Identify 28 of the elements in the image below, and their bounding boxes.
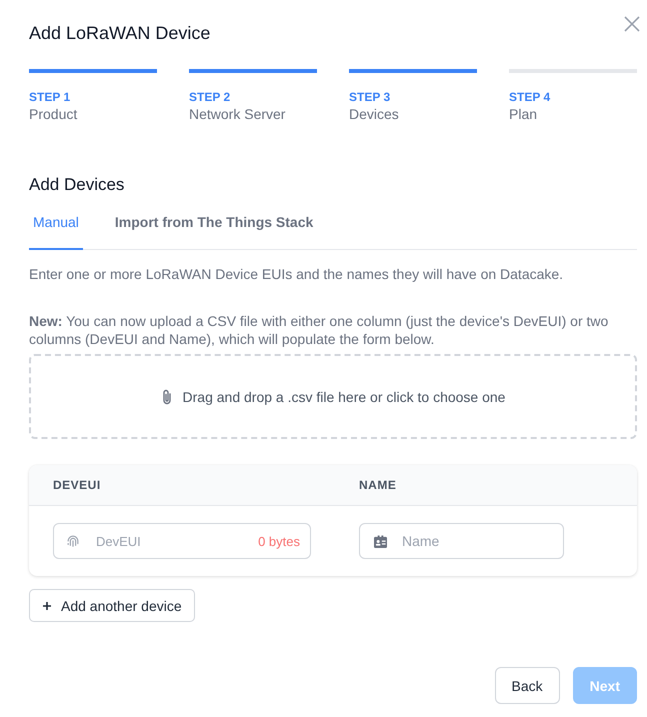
back-button[interactable]: Back	[494, 667, 560, 704]
tab[interactable]: Import from The Things Stack	[110, 197, 318, 250]
step-label: STEP 1	[29, 89, 70, 105]
fingerprint-icon	[66, 534, 80, 548]
csv-dropzone[interactable]: Drag and drop a .csv file here or click to choose one	[29, 354, 637, 439]
tab[interactable]: Manual	[29, 197, 83, 250]
dropzone-text: Drag and drop a .csv file here or click to choose one	[182, 388, 506, 404]
column-header: DEVEUI	[53, 478, 101, 492]
step-label: STEP 2	[189, 89, 230, 105]
add-device-button[interactable]: Add another device	[29, 589, 195, 622]
close-icon[interactable]	[624, 16, 640, 32]
step-name: Network Server	[189, 105, 286, 123]
byte-count: 0 bytes	[258, 534, 300, 548]
id-badge-icon	[373, 534, 388, 548]
column-header: NAME	[359, 478, 396, 492]
step-name: Devices	[349, 105, 399, 123]
dialog-title: Add LoRaWAN Device	[29, 22, 210, 44]
name-input[interactable]: Name	[359, 523, 564, 559]
step-label: STEP 3	[349, 89, 390, 105]
step-name: Plan	[509, 105, 538, 123]
notice-text: New: You can now upload a CSV file with either one column (just the device's DevEUI) or two columns (DevEUI and Name), which will populate the form below.	[29, 312, 610, 348]
paperclip-icon	[160, 388, 173, 404]
step-label: STEP 4	[509, 89, 550, 105]
section-title: Add Devices	[29, 174, 124, 196]
intro-text: Enter one or more LoRaWAN Device EUIs and the names they will have on Datacake.	[29, 265, 564, 284]
plus-icon	[43, 602, 51, 610]
deveui-input[interactable]: DevEUI 0 bytes	[53, 523, 311, 559]
step-name: Product	[29, 105, 78, 123]
